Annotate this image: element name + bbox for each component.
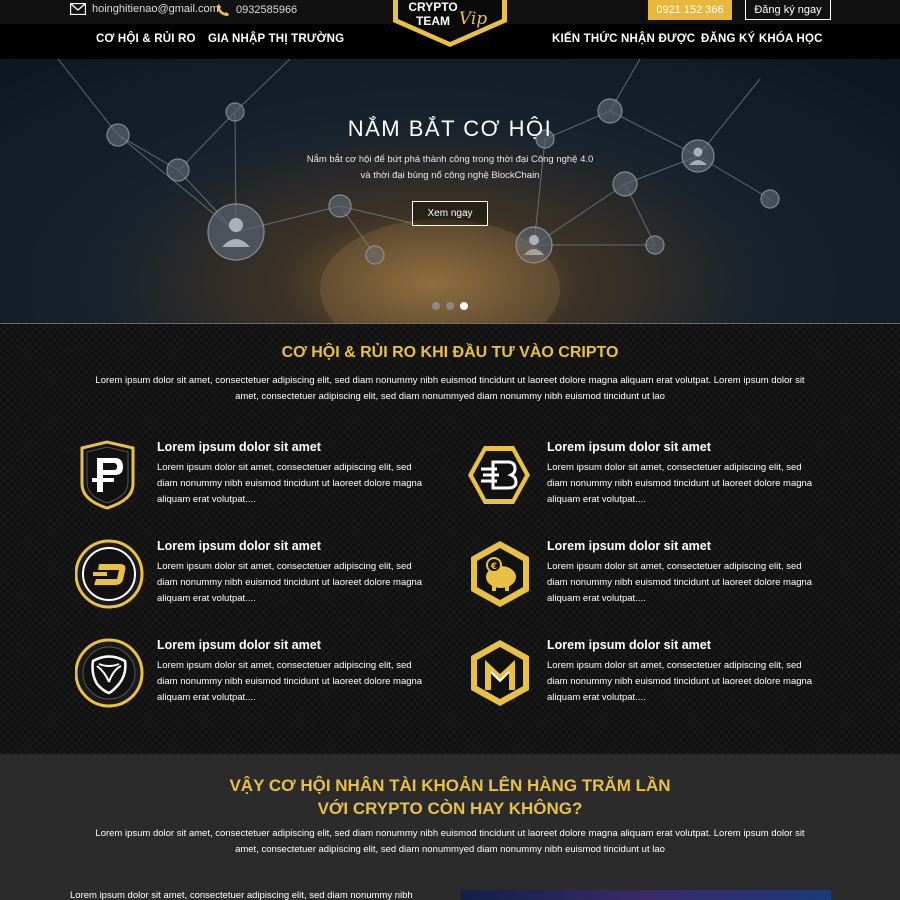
risk-section-title: CƠ HỘI & RỦI RO KHI ĐẦU TƯ VÀO CRIPTO: [281, 344, 619, 361]
opportunity-paragraph: Lorem ipsum dolor sit amet, consectetuer…: [70, 890, 413, 900]
feature-text: Lorem ipsum dolor sit amet, consectetuer…: [157, 460, 447, 508]
opportunity-title-line2: VỚI CRYPTO CÒN HAY KHÔNG?: [317, 799, 583, 818]
view-now-button[interactable]: Xem ngay: [412, 201, 488, 226]
feature-text-line: Lorem ipsum dolor sit amet, consectetuer…: [157, 561, 412, 572]
feature-text: Lorem ipsum dolor sit amet, consectetuer…: [547, 559, 837, 607]
phone-contact[interactable]: 0932585966: [216, 3, 297, 17]
nav-item-opportunity-risk[interactable]: CƠ HỘI & RỦI RO: [96, 33, 196, 45]
feature-text: Lorem ipsum dolor sit amet, consectetuer…: [157, 559, 447, 607]
slider-dot-2[interactable]: [446, 302, 454, 310]
slider-dot-3-active[interactable]: [460, 302, 468, 310]
nav-item-knowledge[interactable]: KIẾN THỨC NHẬN ĐƯỢC: [552, 33, 695, 45]
opportunity-title-line1: VẬY CƠ HỘI NHÂN TÀI KHOẢN LÊN HÀNG TRĂM …: [229, 776, 671, 795]
opportunity-section-title: VẬY CƠ HỘI NHÂN TÀI KHOẢN LÊN HÀNG TRĂM …: [0, 774, 900, 820]
feature-title: Lorem ipsum dolor sit amet: [157, 539, 321, 553]
hotline-button[interactable]: 0921 152 366: [648, 0, 732, 20]
hero-subtitle-line2: và thời đại bùng nổ công nghệ BlockChain: [360, 170, 540, 181]
risk-section-desc-line2: amet, consectetuer adipiscing elit, sed …: [235, 391, 665, 402]
b-coin-hexagon-icon: [468, 446, 530, 504]
dash-coin-circle-icon: [75, 539, 144, 609]
svg-text:€: €: [490, 562, 497, 572]
email-text: hoinghitienao@gmail.com: [92, 3, 219, 15]
feature-item: Lorem ipsum dolor sit amet Lorem ipsum d…: [77, 440, 457, 520]
feature-item: Lorem ipsum dolor sit amet Lorem ipsum d…: [75, 539, 455, 619]
feature-item: Lorem ipsum dolor sit amet Lorem ipsum d…: [75, 638, 455, 718]
mail-icon: [70, 3, 86, 15]
phone-icon: [217, 4, 229, 16]
nav-item-register-course[interactable]: ĐĂNG KÝ KHÓA HỌC: [701, 33, 823, 45]
feature-title: Lorem ipsum dolor sit amet: [157, 638, 321, 652]
feature-text-line: diam nonummy nibh euismod tincidunt ut l…: [157, 478, 423, 489]
feature-text: Lorem ipsum dolor sit amet, consectetuer…: [157, 658, 447, 706]
register-now-button[interactable]: Đăng ký ngay: [745, 0, 831, 20]
feature-title: Lorem ipsum dolor sit amet: [157, 440, 321, 454]
hero-slider: NẮM BẮT CƠ HỘI Nắm bắt cơ hội để bứt phá…: [0, 59, 900, 323]
network-graphic: [57, 59, 780, 323]
feature-text-line: aliquam erat volutpat....: [157, 593, 256, 604]
feature-text-line: aliquam erat volutpat....: [547, 692, 646, 703]
feature-title: Lorem ipsum dolor sit amet: [547, 638, 711, 652]
feature-item: Lorem ipsum dolor sit amet Lorem ipsum d…: [467, 440, 847, 520]
feature-text-line: aliquam erat volutpat....: [547, 593, 646, 604]
feature-text-line: diam nonummy nibh euismod tincidunt ut l…: [157, 676, 423, 687]
feature-text: Lorem ipsum dolor sit amet, consectetuer…: [547, 460, 837, 508]
phone-text: 0932585966: [236, 4, 298, 16]
logo[interactable]: CRYPTO TEAM Vip: [393, 0, 507, 48]
feature-text-line: Lorem ipsum dolor sit amet, consectetuer…: [547, 462, 802, 473]
feature-text-line: aliquam erat volutpat....: [157, 494, 256, 505]
feature-text-line: Lorem ipsum dolor sit amet, consectetuer…: [547, 660, 802, 671]
feature-title: Lorem ipsum dolor sit amet: [547, 539, 711, 553]
feature-text-line: aliquam erat volutpat....: [157, 692, 256, 703]
feature-text-line: Lorem ipsum dolor sit amet, consectetuer…: [157, 462, 412, 473]
feature-text-line: diam nonummy nibh euismod tincidunt ut l…: [547, 676, 813, 687]
section-divider: [0, 323, 900, 324]
hero-subtitle-line1: Nắm bắt cơ hội để bứt phá thành công tro…: [306, 154, 594, 165]
logo-text-vip: Vip: [459, 9, 487, 29]
hero-title: NẮM BẮT CƠ HỘI: [347, 116, 553, 141]
feature-title: Lorem ipsum dolor sit amet: [547, 440, 711, 454]
logo-text-team: TEAM: [416, 14, 450, 28]
feature-text-line: Lorem ipsum dolor sit amet, consectetuer…: [157, 660, 412, 671]
opportunity-image: [461, 890, 831, 900]
nav-item-join-market[interactable]: GIA NHẬP THỊ TRƯỜNG: [208, 33, 344, 45]
p-coin-shield-icon: [80, 440, 135, 510]
slider-dot-1[interactable]: [432, 302, 440, 310]
risk-section-desc-line1: Lorem ipsum dolor sit amet, consectetuer…: [95, 375, 805, 386]
opportunity-section: VẬY CƠ HỘI NHÂN TÀI KHOẢN LÊN HÀNG TRĂM …: [0, 754, 900, 900]
feature-text-line: aliquam erat volutpat....: [547, 494, 646, 505]
opportunity-desc-line2: amet, consectetuer adipiscing elit, sed …: [235, 844, 665, 855]
feature-item: Lorem ipsum dolor sit amet Lorem ipsum d…: [467, 638, 847, 718]
risk-section: CƠ HỘI & RỦI RO KHI ĐẦU TƯ VÀO CRIPTO Lo…: [0, 323, 900, 754]
feature-item: € Lorem ipsum dolor sit amet Lorem ipsum…: [467, 539, 847, 619]
email-contact[interactable]: hoinghitienao@gmail.com: [70, 3, 219, 15]
feature-text-line: Lorem ipsum dolor sit amet, consectetuer…: [547, 561, 802, 572]
logo-text-crypto: CRYPTO: [408, 0, 457, 14]
feature-text-line: diam nonummy nibh euismod tincidunt ut l…: [547, 577, 813, 588]
opportunity-desc-line1: Lorem ipsum dolor sit amet, consectetuer…: [95, 828, 805, 839]
feature-text-line: diam nonummy nibh euismod tincidunt ut l…: [157, 577, 423, 588]
piggy-bank-hexagon-icon: €: [471, 541, 529, 607]
nem-coin-circle-icon: [75, 638, 144, 708]
feature-text: Lorem ipsum dolor sit amet, consectetuer…: [547, 658, 837, 706]
feature-text-line: diam nonummy nibh euismod tincidunt ut l…: [547, 478, 813, 489]
m-coin-hexagon-icon: [471, 640, 529, 706]
